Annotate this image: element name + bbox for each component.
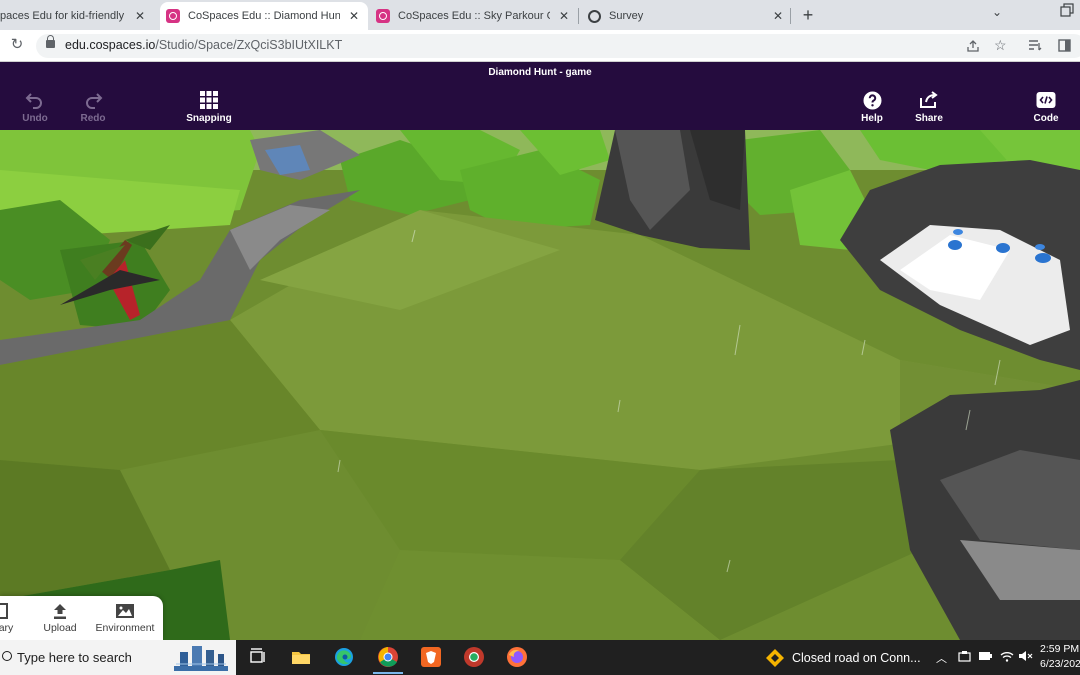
bottom-panel: ary Upload Environment	[0, 596, 163, 640]
search-placeholder: Type here to search	[17, 650, 132, 665]
tab-close-icon[interactable]: ✕	[346, 9, 362, 23]
tab-sky-parkour-city[interactable]: CoSpaces Edu :: Sky Parkour City ✕	[370, 2, 578, 30]
tab-close-icon[interactable]: ✕	[770, 9, 786, 23]
tab-diamond-hunt[interactable]: CoSpaces Edu :: Diamond Hunt ✕	[160, 2, 368, 30]
url-path: /Studio/Space/ZxQciS3bIUtXILKT	[155, 38, 343, 52]
bookmark-star-icon[interactable]: ☆	[994, 37, 1007, 54]
cospaces-logo-icon	[166, 9, 180, 23]
windows-taskbar: Type here to search Closed road on Conn.…	[0, 640, 1080, 675]
chrome-alt-icon[interactable]	[463, 646, 485, 668]
library-icon	[0, 603, 8, 619]
redo-icon	[86, 93, 103, 109]
reading-list-icon[interactable]	[1028, 39, 1042, 54]
volume-muted-icon[interactable]	[1018, 650, 1034, 665]
redo-button[interactable]: Redo	[63, 90, 123, 124]
clock-date: 6/23/202	[1040, 658, 1080, 670]
library-label: ary	[0, 622, 14, 634]
code-icon	[1036, 92, 1056, 108]
firefox-icon[interactable]	[506, 646, 528, 668]
share-icon	[920, 91, 938, 108]
traffic-warning-icon	[766, 648, 784, 667]
browser-toolbar: ↻ edu.cospaces.io/Studio/Space/ZxQciS3bI…	[0, 30, 1080, 62]
undo-label: Undo	[22, 113, 48, 124]
library-button[interactable]: ary	[0, 601, 18, 634]
survey-icon	[588, 9, 601, 23]
side-panel-icon[interactable]	[1058, 39, 1071, 55]
undo-icon	[25, 93, 42, 109]
upload-label: Upload	[43, 622, 77, 634]
taskbar-search-box[interactable]: Type here to search	[0, 640, 236, 675]
grid-icon	[200, 91, 218, 109]
url-host: edu.cospaces.io	[65, 38, 156, 52]
tab-cospaces-home[interactable]: paces Edu for kid-friendly 3D ✕	[0, 2, 154, 30]
environment-button[interactable]: Environment	[88, 601, 162, 634]
tab-title: paces Edu for kid-friendly 3D	[0, 10, 126, 22]
snapping-label: Snapping	[186, 113, 232, 124]
search-highlight-icon	[174, 646, 228, 671]
tab-survey[interactable]: Survey ✕	[582, 2, 792, 30]
help-button[interactable]: Help	[842, 90, 902, 124]
chrome-icon[interactable]	[377, 646, 399, 668]
tab-title: CoSpaces Edu :: Sky Parkour City	[398, 10, 550, 22]
lock-icon	[46, 35, 55, 48]
url-text: edu.cospaces.io/Studio/Space/ZxQciS3bIUt…	[65, 38, 342, 52]
help-icon	[863, 91, 881, 109]
tab-search-icon[interactable]: ⌄	[992, 5, 1002, 19]
cospaces-logo-icon	[376, 9, 390, 23]
code-button[interactable]: Code	[1016, 90, 1076, 124]
snapping-button[interactable]: Snapping	[179, 90, 239, 124]
scene-canvas	[0, 130, 1080, 640]
tab-close-icon[interactable]: ✕	[132, 9, 148, 23]
tab-divider	[578, 8, 579, 24]
reload-icon[interactable]: ↻	[8, 36, 26, 54]
share-button[interactable]: Share	[899, 90, 959, 124]
3d-scene-viewport[interactable]	[0, 130, 1080, 640]
search-icon	[2, 651, 12, 661]
clock-time: 2:59 PM	[1040, 643, 1080, 655]
tab-title: Survey	[609, 10, 644, 22]
system-clock[interactable]: 2:59 PM 6/23/202	[1040, 642, 1080, 672]
share-page-icon[interactable]	[966, 39, 980, 56]
window-restore-icon[interactable]	[1060, 3, 1074, 20]
upload-button[interactable]: Upload	[35, 601, 85, 634]
share-label: Share	[915, 113, 943, 124]
environment-label: Environment	[95, 622, 155, 634]
new-tab-button[interactable]: +	[797, 4, 819, 26]
address-bar[interactable]: edu.cospaces.io/Studio/Space/ZxQciS3bIUt…	[36, 34, 1080, 58]
tray-overflow-icon[interactable]: ︿	[936, 650, 947, 666]
meet-now-icon[interactable]	[958, 650, 971, 666]
code-label: Code	[1033, 113, 1059, 124]
tab-title: CoSpaces Edu :: Diamond Hunt	[188, 10, 340, 22]
battery-icon[interactable]	[978, 650, 993, 665]
help-label: Help	[861, 113, 883, 124]
brave-icon[interactable]	[420, 646, 442, 668]
notification-text: Closed road on Conn...	[792, 650, 921, 665]
redo-label: Redo	[80, 113, 106, 124]
tab-close-icon[interactable]: ✕	[556, 9, 572, 23]
cospaces-toolbar: Diamond Hunt - game Undo Redo Snapping H…	[0, 62, 1080, 130]
space-title: Diamond Hunt - game	[488, 67, 592, 78]
task-view-icon[interactable]	[247, 646, 269, 668]
undo-button[interactable]: Undo	[5, 90, 65, 124]
tab-divider	[790, 8, 791, 24]
file-explorer-icon[interactable]	[290, 646, 312, 668]
browser-tab-strip: paces Edu for kid-friendly 3D ✕ CoSpaces…	[0, 0, 1080, 30]
wifi-icon[interactable]	[1000, 650, 1014, 665]
edge-browser-icon[interactable]	[333, 646, 355, 668]
news-notification[interactable]: Closed road on Conn...	[765, 640, 921, 675]
active-app-indicator	[373, 672, 403, 674]
environment-icon	[116, 604, 134, 618]
upload-icon	[54, 604, 66, 619]
